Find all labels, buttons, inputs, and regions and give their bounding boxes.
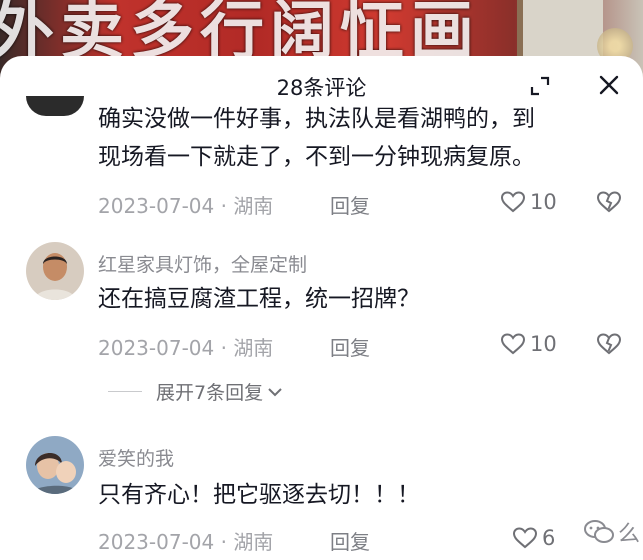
- heart-icon: [512, 527, 538, 549]
- comment-meta: 2023-07-04 · 湖南: [98, 530, 274, 554]
- wechat-icon: [584, 520, 614, 543]
- comment-text-line: 现场看一下就走了，不到一分钟现病复原。: [98, 144, 535, 170]
- comment-date: 2023-07-04: [98, 530, 215, 554]
- reply-button[interactable]: 回复: [330, 526, 370, 555]
- comment-text: 确实没做一件好事，执法队是看湖鸭的，到 现场看一下就走了，不到一分钟现病复原。: [98, 100, 535, 176]
- comment-text: 还在搞豆腐渣工程，统一招牌？: [98, 286, 420, 312]
- chevron-down-icon: [268, 387, 282, 396]
- username[interactable]: 红星家具灯饰，全屋定制: [98, 250, 307, 277]
- like-button[interactable]: 10: [500, 187, 557, 217]
- comment-text: 只有齐心！把它驱逐去切！！！: [98, 482, 420, 508]
- dislike-heart-icon[interactable]: [596, 331, 622, 357]
- heart-icon: [500, 333, 526, 355]
- expand-icon[interactable]: [528, 74, 552, 98]
- user-avatar-image: [26, 242, 84, 300]
- expand-replies-label: 展开7条回复: [156, 382, 264, 404]
- watermark-text: 么: [618, 522, 641, 547]
- avatar[interactable]: [26, 242, 84, 300]
- comment-panel: 28条评论 确实没做一件好事，执法队是看湖鸭的，到 现场看一下就走了，不到一分钟…: [0, 56, 643, 560]
- reply-button[interactable]: 回复: [330, 332, 370, 361]
- avatar[interactable]: [26, 436, 84, 494]
- heart-icon: [500, 191, 526, 213]
- close-icon[interactable]: [596, 72, 622, 98]
- comment-meta: 2023-07-04 · 湖南: [98, 336, 274, 360]
- watermark: 么: [584, 516, 640, 548]
- like-count: 6: [542, 526, 556, 550]
- like-count: 10: [530, 332, 557, 356]
- username[interactable]: 爱笑的我: [98, 444, 174, 471]
- like-button[interactable]: 10: [500, 329, 557, 359]
- expand-replies-button[interactable]: 展开7条回复: [108, 378, 283, 405]
- dislike-heart-icon[interactable]: [596, 189, 622, 215]
- comment-location: 湖南: [233, 194, 274, 218]
- like-button[interactable]: 6: [512, 523, 555, 553]
- comment-date: 2023-07-04: [98, 194, 215, 218]
- user-avatar-image: [26, 436, 84, 494]
- comment-date: 2023-07-04: [98, 336, 215, 360]
- like-count: 10: [530, 190, 557, 214]
- comment-meta: 2023-07-04 · 湖南: [98, 194, 274, 218]
- reply-button[interactable]: 回复: [330, 190, 370, 219]
- comment-location: 湖南: [233, 336, 274, 360]
- divider: [108, 391, 142, 392]
- comment-text-line: 确实没做一件好事，执法队是看湖鸭的，到: [98, 106, 535, 132]
- comment-location: 湖南: [233, 530, 274, 554]
